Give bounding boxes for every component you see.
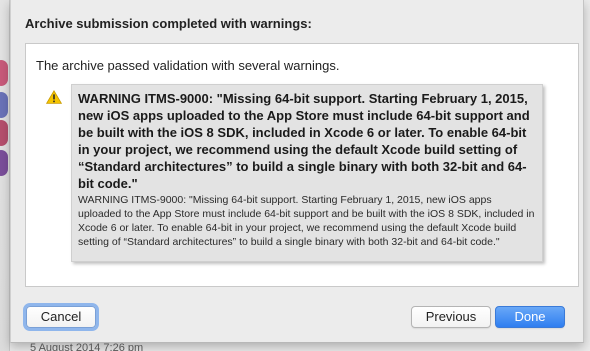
done-button[interactable]: Done [495,306,565,328]
background-timestamp: 5 August 2014 7:26 pm [30,342,144,351]
validation-message: The archive passed validation with sever… [36,58,340,73]
warning-triangle-icon [46,90,62,104]
background-window [0,0,10,351]
results-panel: The archive passed validation with sever… [25,43,579,287]
warning-headline: WARNING ITMS-9000: "Missing 64-bit suppo… [78,91,530,191]
archive-submission-sheet: Archive submission completed with warnin… [10,0,584,343]
sheet-title: Archive submission completed with warnin… [25,16,312,31]
previous-button[interactable]: Previous [411,306,491,328]
background-row-highlight [0,92,8,118]
cancel-button[interactable]: Cancel [23,303,99,331]
background-row-highlight [0,120,8,146]
warning-message-box: WARNING ITMS-9000: "Missing 64-bit suppo… [71,84,543,262]
warning-detail: WARNING ITMS-9000: "Missing 64-bit suppo… [78,194,535,248]
background-row-highlight [0,150,8,176]
background-row-highlight [0,60,8,86]
